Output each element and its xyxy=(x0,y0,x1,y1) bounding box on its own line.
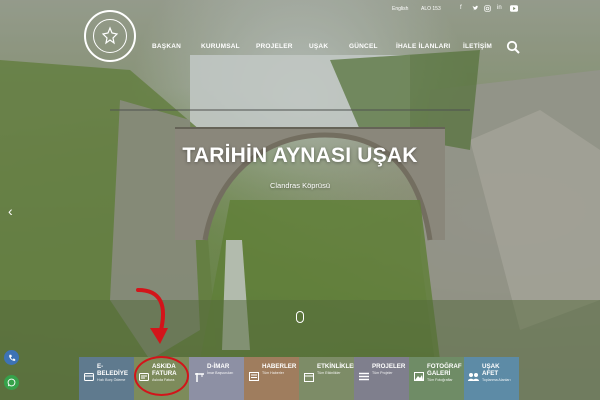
list-icon xyxy=(358,371,369,382)
tile-subtitle: Toplanma Alanları xyxy=(482,378,511,382)
annotation-arrow xyxy=(136,288,168,344)
scroll-down-icon[interactable] xyxy=(296,311,304,323)
hero-slider xyxy=(0,0,600,400)
tile-subtitle: Tüm Fotoğraflar xyxy=(427,378,453,382)
tile-subtitle: Tüm Haberler xyxy=(262,371,284,375)
tile-title: UŞAK AFET xyxy=(482,363,500,377)
tile-title: D-İMAR xyxy=(207,363,230,370)
card-icon xyxy=(83,371,94,382)
tile-title: PROJELER xyxy=(372,363,406,370)
twitter-icon[interactable] xyxy=(472,5,479,14)
calendar-icon xyxy=(303,371,314,382)
whatsapp-icon[interactable] xyxy=(4,375,19,390)
nav-item-ihale-ilanlari[interactable]: İHALE İLANLARI xyxy=(396,43,450,50)
tile-subtitle: Tüm Etkinlikler xyxy=(317,371,341,375)
seal-icon xyxy=(93,19,127,53)
tile-subtitle: Hızlı Borç Ödeme xyxy=(97,378,126,382)
tile-subtitle: Tüm Projeler xyxy=(372,371,393,375)
tile-fotograf-galeri[interactable]: FOTOĞRAF GALERİ Tüm Fotoğraflar xyxy=(409,357,464,400)
tile-title: FOTOĞRAF GALERİ xyxy=(427,363,462,377)
tile-title: E-BELEDİYE xyxy=(97,363,128,377)
youtube-icon[interactable] xyxy=(510,5,518,14)
phone-icon[interactable] xyxy=(4,350,19,365)
language-link[interactable]: English xyxy=(392,6,408,12)
chevron-left-icon[interactable]: ‹ xyxy=(8,203,13,219)
search-icon[interactable] xyxy=(506,40,520,54)
alo-153-link[interactable]: ALO 153 xyxy=(421,6,441,12)
hero-subtitle: Clandras Köprüsü xyxy=(269,181,331,190)
tile-title: HABERLER xyxy=(262,363,297,370)
nav-item-baskan[interactable]: BAŞKAN xyxy=(152,43,181,50)
nav-item-projeler[interactable]: PROJELER xyxy=(256,43,293,50)
annotation-circle xyxy=(134,356,189,396)
gallery-icon xyxy=(413,371,424,382)
bridge-photo xyxy=(0,0,600,400)
tile-projeler[interactable]: PROJELER Tüm Projeler xyxy=(354,357,409,400)
tile-etkinlikler[interactable]: ETKİNLİKLER Tüm Etkinlikler xyxy=(299,357,358,400)
nav-item-iletisim[interactable]: İLETİŞİM xyxy=(463,43,492,50)
municipality-logo[interactable] xyxy=(84,10,136,62)
tile-haberler[interactable]: HABERLER Tüm Haberler xyxy=(244,357,299,400)
hero-title: TARİHİN AYNASI UŞAK xyxy=(182,144,418,167)
news-icon xyxy=(248,371,259,382)
people-icon xyxy=(468,371,479,382)
linkedin-icon[interactable]: in xyxy=(497,5,502,11)
instagram-icon[interactable] xyxy=(484,5,491,14)
tile-subtitle: İmar Başvuruları xyxy=(207,371,234,375)
tile-title: ETKİNLİKLER xyxy=(317,363,358,370)
nav-item-usak[interactable]: UŞAK xyxy=(309,43,328,50)
tile-usak-afet[interactable]: UŞAK AFET Toplanma Alanları xyxy=(464,357,519,400)
facebook-icon[interactable]: f xyxy=(460,5,462,11)
nav-item-kurumsal[interactable]: KURUMSAL xyxy=(201,43,240,50)
tile-e-belediye[interactable]: E-BELEDİYE Hızlı Borç Ödeme xyxy=(79,357,134,400)
tile-d-imar[interactable]: D-İMAR İmar Başvuruları xyxy=(189,357,244,400)
nav-item-guncel[interactable]: GÜNCEL xyxy=(349,43,378,50)
crane-icon xyxy=(193,371,204,382)
